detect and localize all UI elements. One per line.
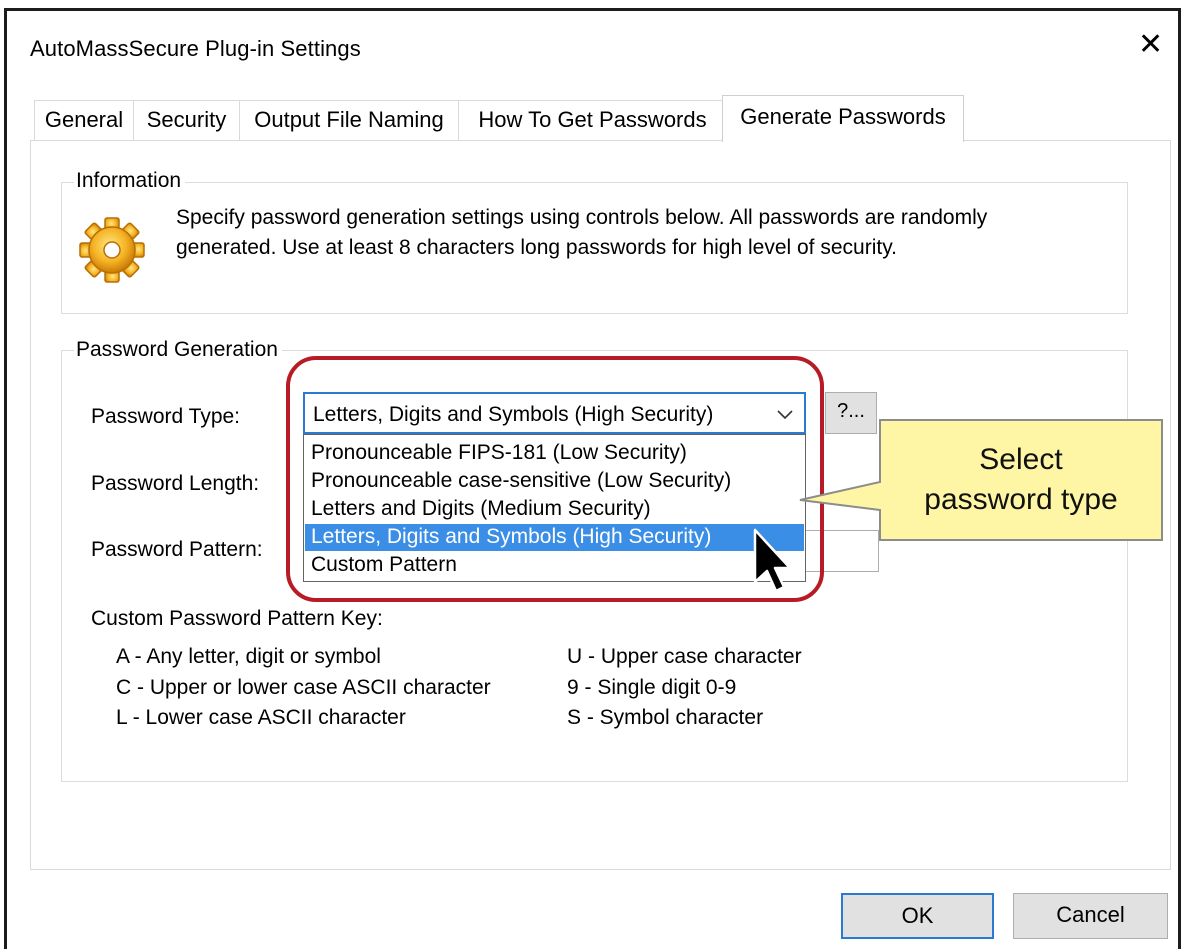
password-length-label: Password Length: — [91, 472, 260, 495]
close-icon[interactable]: ✕ — [1138, 30, 1163, 60]
dialog-title: AutoMassSecure Plug-in Settings — [30, 36, 361, 61]
cancel-button[interactable]: Cancel — [1013, 893, 1168, 939]
tab-general[interactable]: General — [34, 100, 134, 140]
tab-output-file-naming[interactable]: Output File Naming — [239, 100, 459, 140]
callout-line1: Select — [979, 443, 1063, 476]
pattern-key-a: A - Any letter, digit or symbol — [116, 645, 381, 668]
callout-text: Select password type — [880, 440, 1162, 520]
password-pattern-label: Password Pattern: — [91, 538, 263, 561]
callout-line2: password type — [924, 483, 1118, 516]
tab-how-to-get-passwords[interactable]: How To Get Passwords — [458, 100, 727, 140]
tab-security[interactable]: Security — [133, 100, 240, 140]
pattern-key-9: 9 - Single digit 0-9 — [567, 676, 737, 699]
gear-icon — [79, 217, 145, 283]
pattern-key-title: Custom Password Pattern Key: — [91, 607, 383, 630]
password-type-label: Password Type: — [91, 405, 241, 428]
highlight-ring — [286, 356, 824, 602]
information-text-line2: generated. Use at least 8 characters lon… — [176, 236, 897, 259]
tab-generate-passwords[interactable]: Generate Passwords — [722, 95, 964, 142]
password-generation-group-title: Password Generation — [74, 338, 282, 362]
pattern-key-s: S - Symbol character — [567, 706, 764, 729]
pattern-key-c: C - Upper or lower case ASCII character — [116, 676, 491, 699]
pattern-key-l: L - Lower case ASCII character — [116, 706, 406, 729]
information-text-line1: Specify password generation settings usi… — [176, 206, 988, 229]
pattern-key-u: U - Upper case character — [567, 645, 802, 668]
mouse-pointer-icon — [753, 528, 792, 593]
ok-button[interactable]: OK — [841, 893, 994, 939]
information-group-title: Information — [74, 169, 186, 193]
